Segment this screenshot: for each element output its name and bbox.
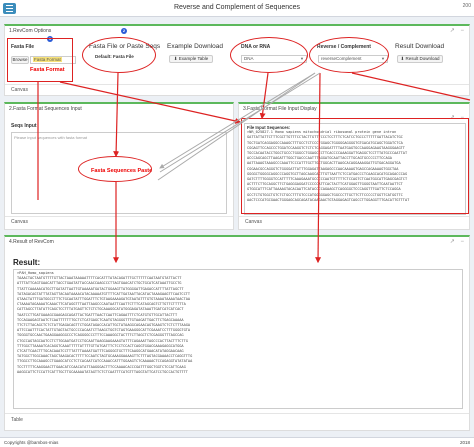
seqs-input-label: Seqs Input bbox=[11, 123, 37, 129]
footer-year: 2018 bbox=[459, 440, 470, 445]
footer: Copyrights @bambos-mias 2018 bbox=[0, 437, 474, 447]
app-title: Reverse and Complement of Sequences bbox=[173, 4, 301, 11]
example-download-label: Example Download bbox=[167, 43, 224, 50]
annotation-ellipse-default bbox=[82, 37, 156, 73]
result-download-button-label: Result Download bbox=[405, 56, 440, 61]
canvas-label: Canvas bbox=[11, 87, 28, 93]
result-download-label: Result Download bbox=[395, 43, 445, 50]
example-table-label: Example Table bbox=[178, 56, 209, 61]
footer-copyright: Copyrights @bambos-mias bbox=[4, 440, 59, 445]
result-box-title: 4.Result of RevCom bbox=[9, 239, 54, 245]
file-display-title: 3.Fasta Format File Input Display bbox=[243, 106, 317, 112]
annotation-ellipse-revcomp bbox=[309, 37, 389, 73]
canvas-label: Canvas bbox=[245, 219, 262, 225]
divider bbox=[5, 413, 469, 414]
divider bbox=[5, 84, 469, 85]
annotation-ellipse-dna-rna bbox=[230, 37, 308, 73]
annotation-box-fasta-file bbox=[7, 38, 73, 82]
corner-text: 200 bbox=[462, 3, 471, 9]
example-table-button[interactable]: ⬇ Example Table bbox=[169, 55, 213, 63]
result-sequence-lines: >PAH_Homo_sapiens TAAACTACTAATGTTTTGTTACT… bbox=[17, 271, 459, 375]
annotation-ellipse-paste bbox=[78, 156, 152, 182]
seq-input-title: 2.Fasta Format Sequences Input bbox=[9, 106, 82, 112]
box-tools[interactable]: ↗ − bbox=[450, 238, 466, 245]
step-badge-2: 2 bbox=[121, 28, 127, 34]
result-heading: Result: bbox=[13, 258, 41, 267]
box-tools[interactable]: ↗ − bbox=[450, 27, 466, 34]
table-label: Table bbox=[11, 417, 23, 423]
result-sequence-box[interactable]: >PAH_Homo_sapiens TAAACTACTAATGTTTTGTTACT… bbox=[13, 269, 463, 409]
result-download-button[interactable]: ⬇ Result Download bbox=[397, 55, 443, 63]
top-bar: Reverse and Complement of Sequences 200 bbox=[0, 0, 474, 17]
result-sequence-line: AAGGCATTCTCCATTCATTTGCTTGCAAAAATATAGTTCT… bbox=[17, 369, 188, 374]
result-box: 4.Result of RevCom ↗ − Result: >PAH_Homo… bbox=[4, 235, 470, 431]
divider bbox=[5, 216, 233, 217]
canvas-label: Canvas bbox=[11, 219, 28, 225]
annotation-box-file-display bbox=[241, 118, 469, 214]
divider bbox=[239, 216, 469, 217]
revcom-options-title: 1.RevCom Options bbox=[9, 28, 52, 34]
seqs-input-placeholder: Please input sequences with fasta format bbox=[14, 135, 87, 140]
